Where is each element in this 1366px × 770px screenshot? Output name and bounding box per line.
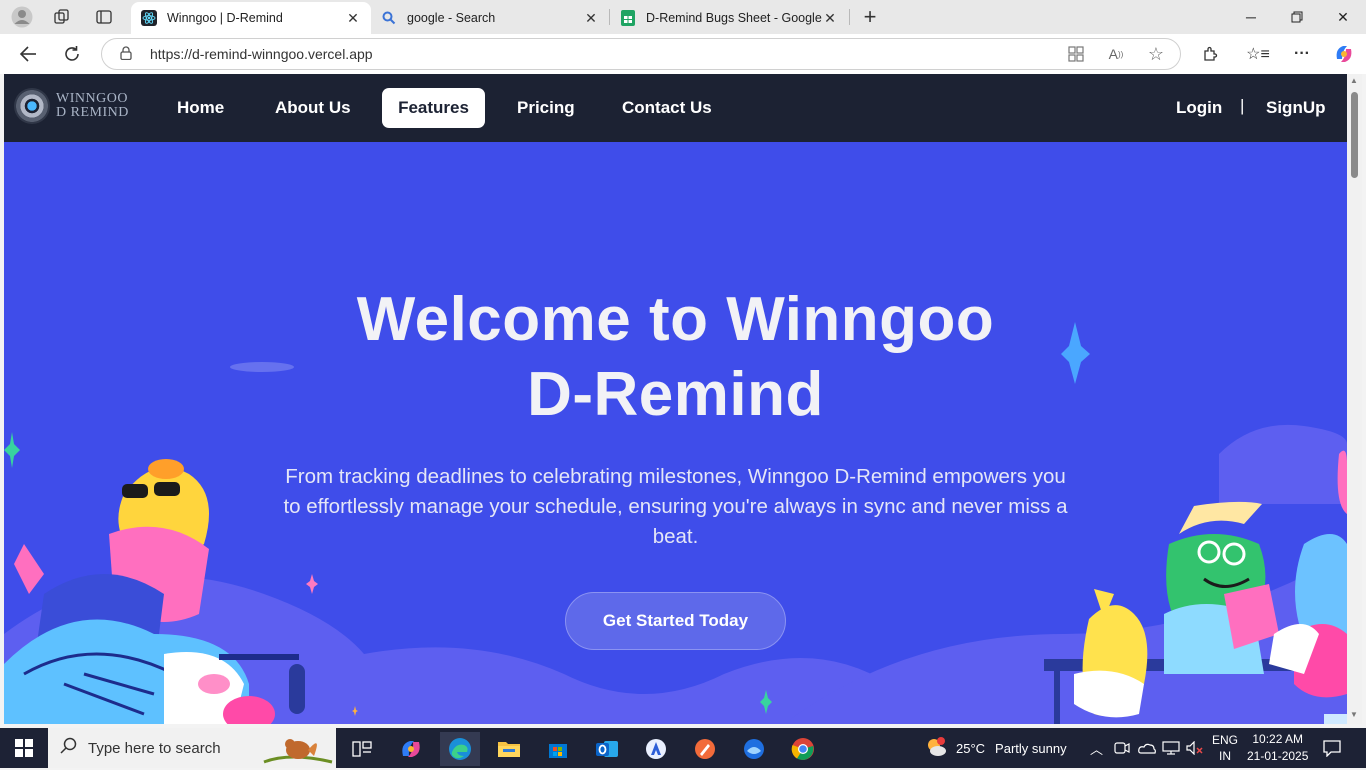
site-logo[interactable]: WINNGOO D REMIND — [14, 88, 129, 124]
partly-sunny-icon — [924, 736, 948, 761]
more-options-icon[interactable]: ··· — [1288, 40, 1316, 68]
back-icon[interactable] — [13, 40, 43, 68]
close-tab-icon[interactable]: ✕ — [345, 10, 361, 27]
language-line-1: ENG — [1212, 733, 1239, 747]
show-hidden-icons[interactable]: ︿ — [1090, 728, 1103, 768]
profile-icon[interactable] — [8, 4, 36, 30]
site-navbar: WINNGOO D REMIND Home About Us Features … — [4, 74, 1347, 142]
login-link[interactable]: Login — [1160, 88, 1238, 128]
pen-app-icon[interactable] — [685, 732, 725, 766]
search-icon — [381, 10, 397, 26]
hero-heading-line-2: D-Remind — [527, 360, 824, 429]
task-view-icon[interactable] — [342, 732, 382, 766]
nav-about-us[interactable]: About Us — [259, 88, 367, 128]
tab-title: D-Remind Bugs Sheet - Google Sh — [646, 11, 822, 25]
globe-logo-icon — [14, 88, 50, 124]
get-started-button[interactable]: Get Started Today — [565, 592, 786, 650]
favorites-icon[interactable]: ☆≡ — [1244, 40, 1272, 68]
weather-widget[interactable]: 25°C Partly sunny — [924, 728, 1067, 768]
new-tab-icon[interactable]: + — [856, 4, 884, 30]
tab-divider — [849, 9, 850, 25]
hero-heading-line-1: Welcome to Winngoo — [356, 285, 995, 354]
address-bar[interactable]: https://d-remind-winngoo.vercel.app — [101, 38, 1181, 70]
page-viewport: WINNGOO D REMIND Home About Us Features … — [4, 74, 1347, 724]
weather-condition: Partly sunny — [995, 740, 1067, 756]
tab-google-search[interactable]: google - Search ✕ — [371, 2, 609, 34]
logo-wordmark: WINNGOO D REMIND — [56, 92, 129, 120]
react-icon — [141, 10, 157, 26]
meet-now-icon[interactable] — [1114, 728, 1130, 768]
extensions-icon[interactable] — [1196, 40, 1224, 68]
volume-muted-icon[interactable] — [1186, 728, 1204, 768]
language-indicator[interactable]: ENG IN — [1212, 728, 1238, 768]
start-button[interactable] — [0, 728, 48, 768]
url-text: https://d-remind-winngoo.vercel.app — [150, 46, 373, 62]
app-available-icon[interactable] — [1062, 40, 1090, 68]
network-icon[interactable] — [1162, 728, 1180, 768]
auth-separator: | — [1240, 96, 1245, 115]
tab-title: google - Search — [407, 11, 496, 25]
minimize-icon[interactable]: ─ — [1228, 0, 1274, 34]
taskbar-search[interactable]: Type here to search — [48, 728, 336, 768]
clock[interactable]: 10:22 AM 21-01-2025 — [1247, 728, 1308, 768]
clock-time: 10:22 AM — [1252, 732, 1304, 746]
browser-tab-bar: Winngoo | D-Remind ✕ google - Search ✕ D… — [0, 0, 1366, 34]
page-scrollbar[interactable]: ▲ ▼ — [1347, 74, 1362, 724]
scroll-down-icon[interactable]: ▼ — [1350, 710, 1358, 719]
hero-subtitle: From tracking deadlines to celebrating m… — [283, 465, 1068, 548]
close-tab-icon[interactable]: ✕ — [583, 10, 599, 27]
read-aloud-icon[interactable]: A)) — [1102, 40, 1130, 68]
squirrel-search-highlight-icon — [260, 732, 334, 770]
edge-app-icon[interactable] — [440, 732, 480, 766]
tab-bugs-sheet[interactable]: D-Remind Bugs Sheet - Google Sh ✕ — [610, 2, 848, 34]
app-icon[interactable] — [734, 732, 774, 766]
close-window-icon[interactable]: ✕ — [1320, 0, 1366, 34]
weather-temperature: 25°C — [956, 740, 986, 756]
browser-toolbar: https://d-remind-winngoo.vercel.app A)) … — [0, 34, 1366, 74]
nav-contact-us[interactable]: Contact Us — [606, 88, 728, 128]
signup-link[interactable]: SignUp — [1250, 88, 1342, 128]
logo-line-2: D REMIND — [56, 105, 129, 120]
clock-date: 21-01-2025 — [1247, 749, 1309, 763]
nav-home[interactable]: Home — [161, 88, 240, 128]
sheets-icon — [620, 10, 636, 26]
close-tab-icon[interactable]: ✕ — [822, 10, 838, 27]
logo-line-1: WINNGOO — [56, 91, 128, 106]
tab-actions-icon[interactable] — [90, 4, 118, 30]
nav-pricing[interactable]: Pricing — [501, 88, 591, 128]
nav-features[interactable]: Features — [382, 88, 485, 128]
app-icon[interactable] — [636, 732, 676, 766]
lock-icon[interactable] — [120, 45, 136, 63]
microsoft-store-icon[interactable] — [538, 732, 578, 766]
tab-title: Winngoo | D-Remind — [167, 11, 283, 25]
search-placeholder: Type here to search — [88, 739, 221, 757]
copilot-icon[interactable] — [1330, 40, 1358, 68]
copilot-app-icon[interactable] — [391, 732, 431, 766]
language-line-2: IN — [1219, 749, 1231, 763]
search-icon — [60, 737, 78, 760]
scroll-up-icon[interactable]: ▲ — [1350, 76, 1358, 85]
onedrive-icon[interactable] — [1138, 728, 1156, 768]
windows-logo-icon — [15, 739, 33, 757]
windows-taskbar: Type here to search 25°C Partly sunny ︿ … — [0, 728, 1366, 768]
favorite-star-icon[interactable]: ☆ — [1142, 40, 1170, 68]
restore-icon[interactable] — [1274, 0, 1320, 34]
refresh-icon[interactable] — [57, 40, 87, 68]
hero-heading: Welcome to Winngoo D-Remind — [4, 282, 1347, 432]
outlook-icon[interactable] — [587, 732, 627, 766]
file-explorer-icon[interactable] — [489, 732, 529, 766]
notifications-icon[interactable] — [1322, 728, 1342, 768]
workspaces-icon[interactable] — [48, 4, 76, 30]
chrome-icon[interactable] — [783, 732, 823, 766]
scrollbar-thumb[interactable] — [1351, 92, 1358, 178]
tab-winngoo[interactable]: Winngoo | D-Remind ✕ — [131, 2, 371, 34]
